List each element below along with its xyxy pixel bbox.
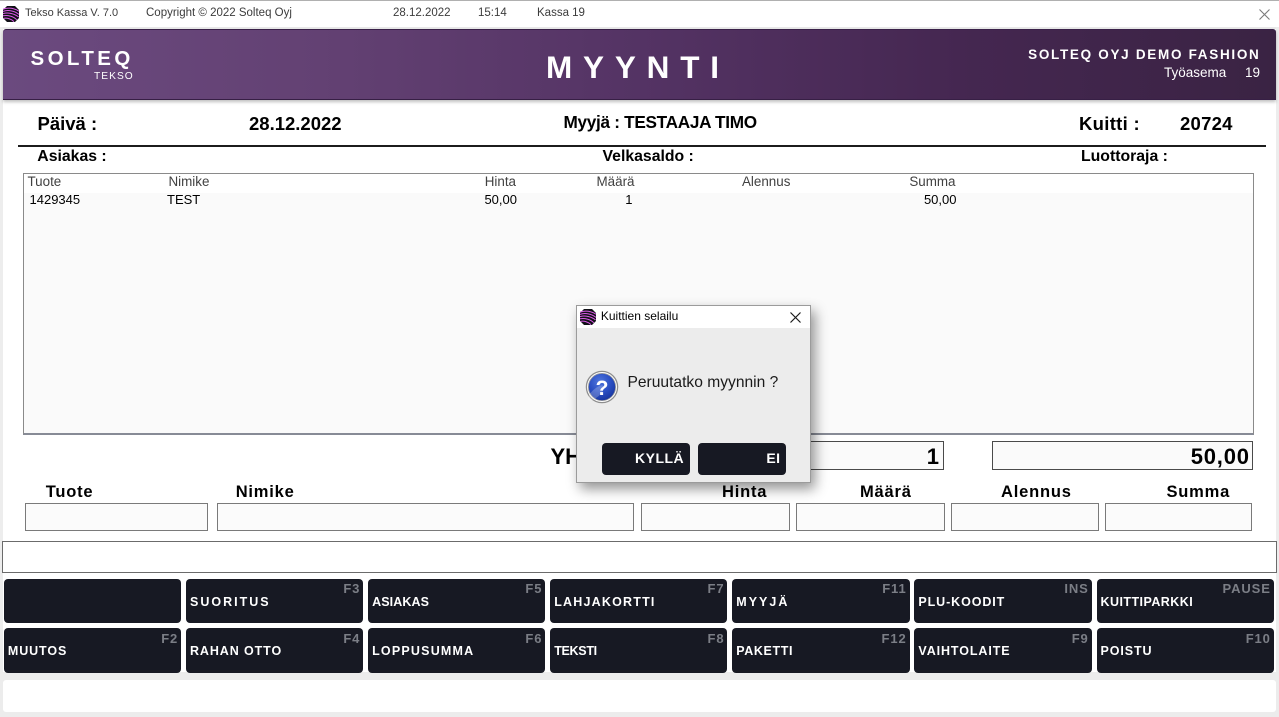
- svg-text:?: ?: [596, 377, 609, 400]
